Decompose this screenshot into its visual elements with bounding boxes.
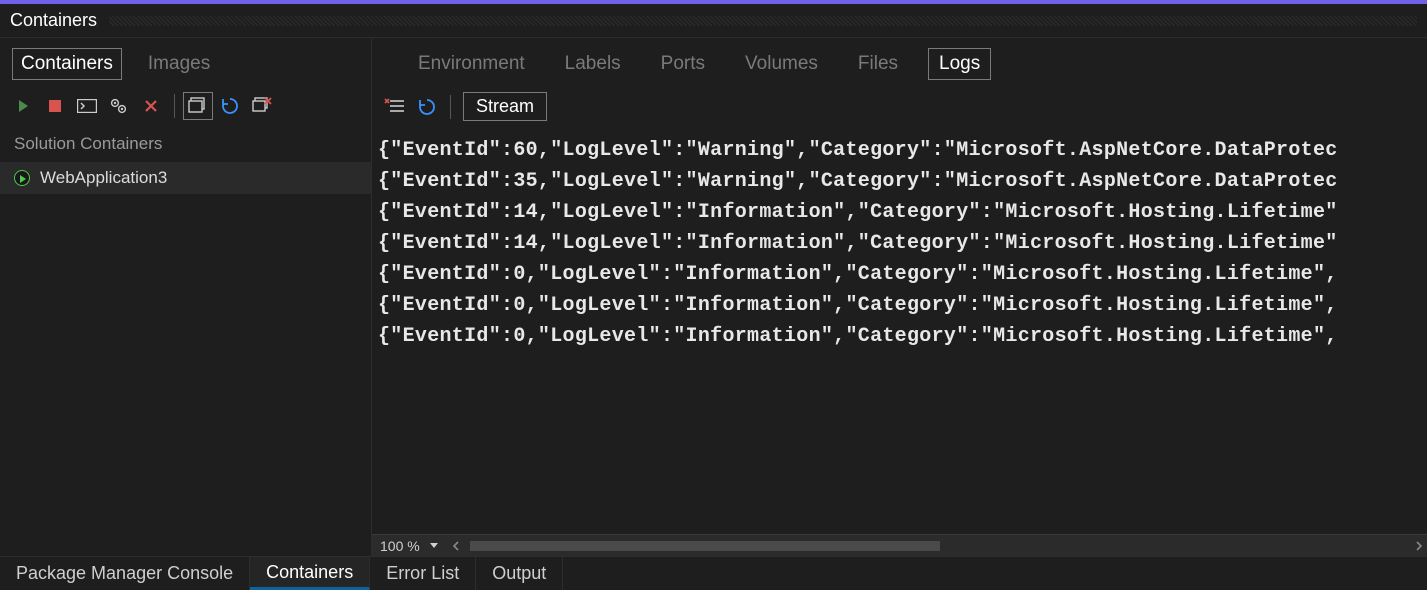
stream-button[interactable]: Stream bbox=[463, 92, 547, 121]
tab-ports[interactable]: Ports bbox=[651, 49, 715, 79]
tab-containers[interactable]: Containers bbox=[12, 48, 122, 80]
left-toolbar bbox=[0, 86, 371, 128]
stop-icon[interactable] bbox=[40, 92, 70, 120]
log-status-row: 100 % bbox=[372, 534, 1427, 556]
section-label: Solution Containers bbox=[0, 128, 371, 162]
panel-header: Containers bbox=[0, 4, 1427, 38]
horizontal-scrollbar[interactable] bbox=[448, 539, 1427, 553]
terminal-icon[interactable] bbox=[72, 92, 102, 120]
window-icon[interactable] bbox=[183, 92, 213, 120]
zoom-dropdown-caret-icon[interactable] bbox=[430, 543, 438, 548]
scroll-right-icon[interactable] bbox=[1411, 539, 1427, 553]
bottom-tab-errorlist[interactable]: Error List bbox=[370, 557, 476, 590]
bottom-tab-containers[interactable]: Containers bbox=[250, 557, 370, 590]
right-pane: Environment Labels Ports Volumes Files L… bbox=[372, 38, 1427, 556]
left-pane: Containers Images bbox=[0, 38, 372, 556]
detail-toolbar: Stream bbox=[372, 86, 1427, 129]
bottom-tab-pmc[interactable]: Package Manager Console bbox=[0, 557, 250, 590]
detail-tabs: Environment Labels Ports Volumes Files L… bbox=[372, 38, 1427, 86]
tab-labels[interactable]: Labels bbox=[555, 49, 631, 79]
scrollbar-thumb[interactable] bbox=[470, 541, 940, 551]
zoom-level[interactable]: 100 % bbox=[372, 538, 426, 554]
tab-logs[interactable]: Logs bbox=[928, 48, 991, 80]
toolbar-separator bbox=[174, 94, 175, 118]
refresh-logs-icon[interactable] bbox=[412, 93, 442, 121]
grip-texture bbox=[109, 16, 1417, 26]
running-status-icon bbox=[14, 170, 30, 186]
tab-images[interactable]: Images bbox=[140, 49, 218, 79]
gear-icon[interactable] bbox=[104, 92, 134, 120]
log-viewer[interactable]: {"EventId":60,"LogLevel":"Warning","Cate… bbox=[372, 129, 1427, 534]
bottom-tab-output[interactable]: Output bbox=[476, 557, 563, 590]
wrap-icon[interactable] bbox=[380, 93, 410, 121]
refresh-icon[interactable] bbox=[215, 92, 245, 120]
scroll-left-icon[interactable] bbox=[448, 539, 464, 553]
left-top-tabs: Containers Images bbox=[0, 38, 371, 86]
bottom-tab-strip: Package Manager Console Containers Error… bbox=[0, 556, 1427, 590]
prune-icon[interactable] bbox=[247, 92, 277, 120]
container-item-label: WebApplication3 bbox=[40, 168, 167, 188]
container-item[interactable]: WebApplication3 bbox=[0, 162, 371, 194]
container-tree: WebApplication3 bbox=[0, 162, 371, 556]
main-area: Containers Images bbox=[0, 38, 1427, 556]
delete-icon[interactable] bbox=[136, 92, 166, 120]
play-icon[interactable] bbox=[8, 92, 38, 120]
panel-title: Containers bbox=[10, 10, 97, 31]
detail-toolbar-separator bbox=[450, 95, 451, 119]
tab-files[interactable]: Files bbox=[848, 49, 908, 79]
tab-environment[interactable]: Environment bbox=[408, 49, 535, 79]
tab-volumes[interactable]: Volumes bbox=[735, 49, 828, 79]
